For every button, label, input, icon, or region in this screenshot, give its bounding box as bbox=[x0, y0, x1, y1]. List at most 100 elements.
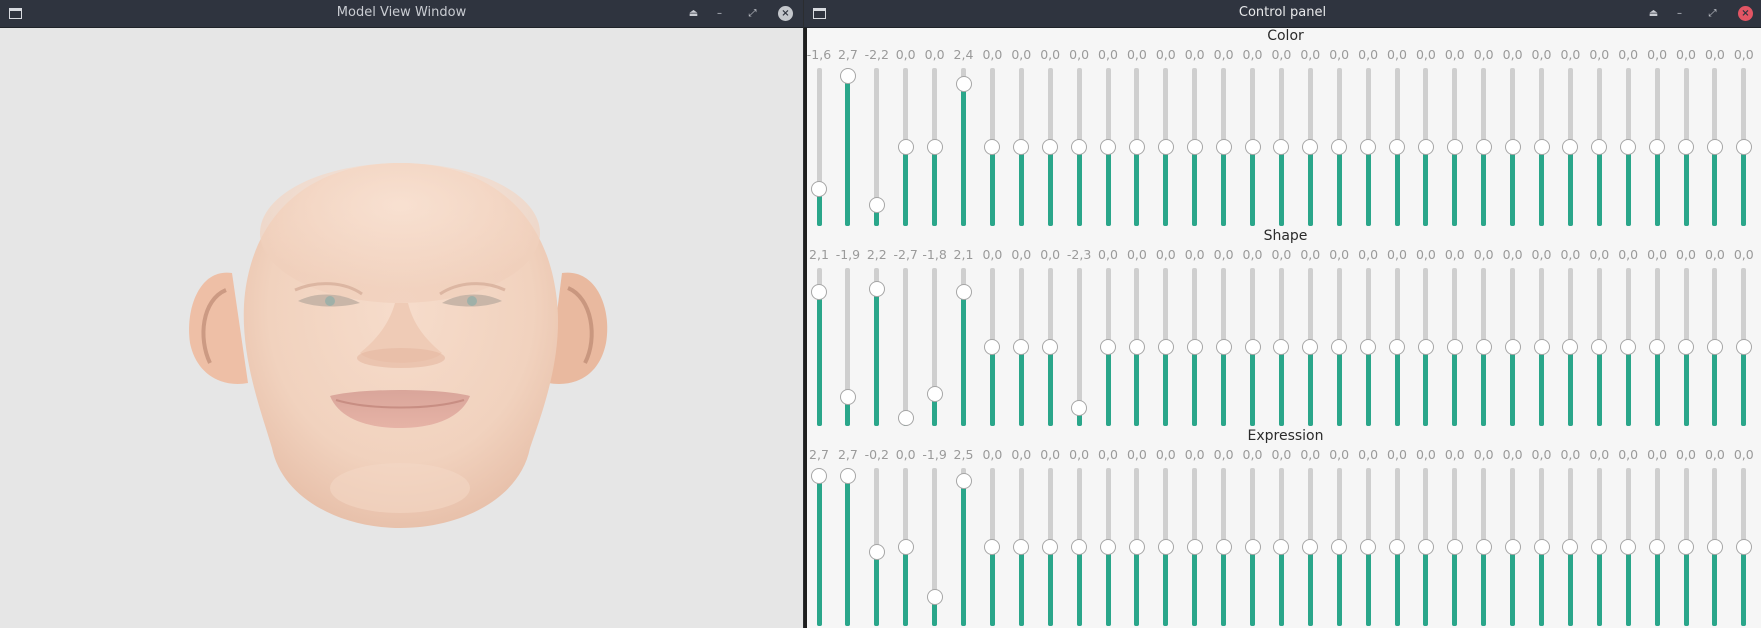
face-model-viewport[interactable] bbox=[0, 28, 803, 628]
slider-handle[interactable] bbox=[868, 544, 885, 561]
slider-handle[interactable] bbox=[1331, 339, 1348, 355]
slider-handle[interactable] bbox=[1215, 339, 1232, 355]
close-icon[interactable]: × bbox=[1738, 6, 1753, 21]
slider-handle[interactable] bbox=[839, 467, 856, 484]
slider-handle[interactable] bbox=[1100, 339, 1116, 355]
slider-handle[interactable] bbox=[1620, 539, 1637, 555]
slider-handle[interactable] bbox=[1302, 539, 1319, 555]
slider-handle[interactable] bbox=[1042, 539, 1059, 555]
slider-handle[interactable] bbox=[1100, 539, 1116, 555]
minimize-icon[interactable]: – bbox=[712, 6, 727, 21]
slider-handle[interactable] bbox=[1013, 139, 1030, 155]
slider-track[interactable] bbox=[903, 268, 909, 426]
slider-handle[interactable] bbox=[1591, 539, 1608, 555]
slider-handle[interactable] bbox=[1417, 539, 1434, 555]
slider-handle[interactable] bbox=[897, 139, 914, 155]
slider-handle[interactable] bbox=[1071, 539, 1088, 555]
slider-handle[interactable] bbox=[1678, 139, 1694, 155]
slider-handle[interactable] bbox=[1042, 339, 1059, 355]
close-icon[interactable]: × bbox=[778, 6, 793, 21]
slider-handle[interactable] bbox=[984, 139, 1001, 155]
slider-handle[interactable] bbox=[1735, 539, 1752, 555]
slider-handle[interactable] bbox=[955, 473, 972, 490]
slider-handle[interactable] bbox=[1706, 139, 1723, 155]
slider-handle[interactable] bbox=[1157, 339, 1174, 355]
slider-handle[interactable] bbox=[1417, 139, 1434, 155]
slider-handle[interactable] bbox=[1157, 539, 1174, 555]
eject-icon[interactable]: ⏏ bbox=[686, 6, 701, 21]
slider-handle[interactable] bbox=[1244, 339, 1261, 355]
slider-handle[interactable] bbox=[1706, 539, 1723, 555]
slider-handle[interactable] bbox=[811, 283, 827, 300]
slider-handle[interactable] bbox=[1678, 539, 1694, 555]
slider-handle[interactable] bbox=[1562, 139, 1579, 155]
slider-handle[interactable] bbox=[1389, 339, 1405, 355]
slider-handle[interactable] bbox=[1100, 139, 1116, 155]
slider-handle[interactable] bbox=[897, 539, 914, 555]
slider-handle[interactable] bbox=[1562, 339, 1579, 355]
slider-handle[interactable] bbox=[1244, 139, 1261, 155]
slider-handle[interactable] bbox=[1620, 139, 1637, 155]
slider-handle[interactable] bbox=[839, 67, 856, 84]
slider-handle[interactable] bbox=[1562, 539, 1579, 555]
slider-handle[interactable] bbox=[1302, 339, 1319, 355]
slider-handle[interactable] bbox=[926, 386, 943, 403]
slider-handle[interactable] bbox=[1186, 539, 1203, 555]
slider-handle[interactable] bbox=[1331, 539, 1348, 555]
slider-handle[interactable] bbox=[1591, 139, 1608, 155]
slider-handle[interactable] bbox=[1649, 339, 1666, 355]
slider-handle[interactable] bbox=[926, 589, 943, 606]
slider-handle[interactable] bbox=[1735, 139, 1752, 155]
slider-handle[interactable] bbox=[1215, 139, 1232, 155]
slider-handle[interactable] bbox=[1475, 139, 1492, 155]
slider-handle[interactable] bbox=[1273, 539, 1290, 555]
slider-handle[interactable] bbox=[1417, 339, 1434, 355]
slider-handle[interactable] bbox=[1620, 339, 1637, 355]
slider-handle[interactable] bbox=[897, 410, 914, 427]
slider-handle[interactable] bbox=[1360, 539, 1377, 555]
slider-handle[interactable] bbox=[1302, 139, 1319, 155]
slider-handle[interactable] bbox=[1706, 339, 1723, 355]
slider-handle[interactable] bbox=[1128, 539, 1145, 555]
slider-handle[interactable] bbox=[1446, 139, 1463, 155]
control-panel-titlebar[interactable]: Control panel ⏏ – ⤢ × bbox=[804, 0, 1761, 28]
slider-handle[interactable] bbox=[1735, 339, 1752, 355]
slider-handle[interactable] bbox=[1389, 539, 1405, 555]
slider-handle[interactable] bbox=[1475, 539, 1492, 555]
slider-handle[interactable] bbox=[1649, 139, 1666, 155]
eject-icon[interactable]: ⏏ bbox=[1646, 6, 1661, 21]
maximize-icon[interactable]: ⤢ bbox=[745, 6, 760, 21]
slider-handle[interactable] bbox=[984, 339, 1001, 355]
slider-handle[interactable] bbox=[1128, 339, 1145, 355]
slider-handle[interactable] bbox=[1475, 339, 1492, 355]
slider-handle[interactable] bbox=[1186, 139, 1203, 155]
slider-handle[interactable] bbox=[1071, 139, 1088, 155]
slider-handle[interactable] bbox=[1071, 399, 1088, 416]
slider-handle[interactable] bbox=[1591, 339, 1608, 355]
slider-handle[interactable] bbox=[1446, 539, 1463, 555]
slider-handle[interactable] bbox=[1273, 339, 1290, 355]
slider-handle[interactable] bbox=[1389, 139, 1405, 155]
slider-handle[interactable] bbox=[1504, 139, 1521, 155]
slider-handle[interactable] bbox=[1533, 139, 1550, 155]
slider-handle[interactable] bbox=[1244, 539, 1261, 555]
slider-handle[interactable] bbox=[868, 281, 885, 298]
slider-handle[interactable] bbox=[1157, 139, 1174, 155]
slider-handle[interactable] bbox=[868, 196, 885, 213]
slider-handle[interactable] bbox=[839, 389, 856, 406]
slider-handle[interactable] bbox=[1504, 339, 1521, 355]
slider-handle[interactable] bbox=[955, 283, 972, 300]
slider-handle[interactable] bbox=[1360, 139, 1377, 155]
slider-handle[interactable] bbox=[1215, 539, 1232, 555]
slider-handle[interactable] bbox=[1042, 139, 1059, 155]
slider-handle[interactable] bbox=[1533, 339, 1550, 355]
slider-handle[interactable] bbox=[1360, 339, 1377, 355]
slider-handle[interactable] bbox=[1533, 539, 1550, 555]
slider-handle[interactable] bbox=[1128, 139, 1145, 155]
slider-handle[interactable] bbox=[811, 467, 827, 484]
slider-handle[interactable] bbox=[1649, 539, 1666, 555]
slider-handle[interactable] bbox=[811, 181, 827, 198]
minimize-icon[interactable]: – bbox=[1672, 6, 1687, 21]
slider-handle[interactable] bbox=[955, 75, 972, 92]
slider-handle[interactable] bbox=[1186, 339, 1203, 355]
